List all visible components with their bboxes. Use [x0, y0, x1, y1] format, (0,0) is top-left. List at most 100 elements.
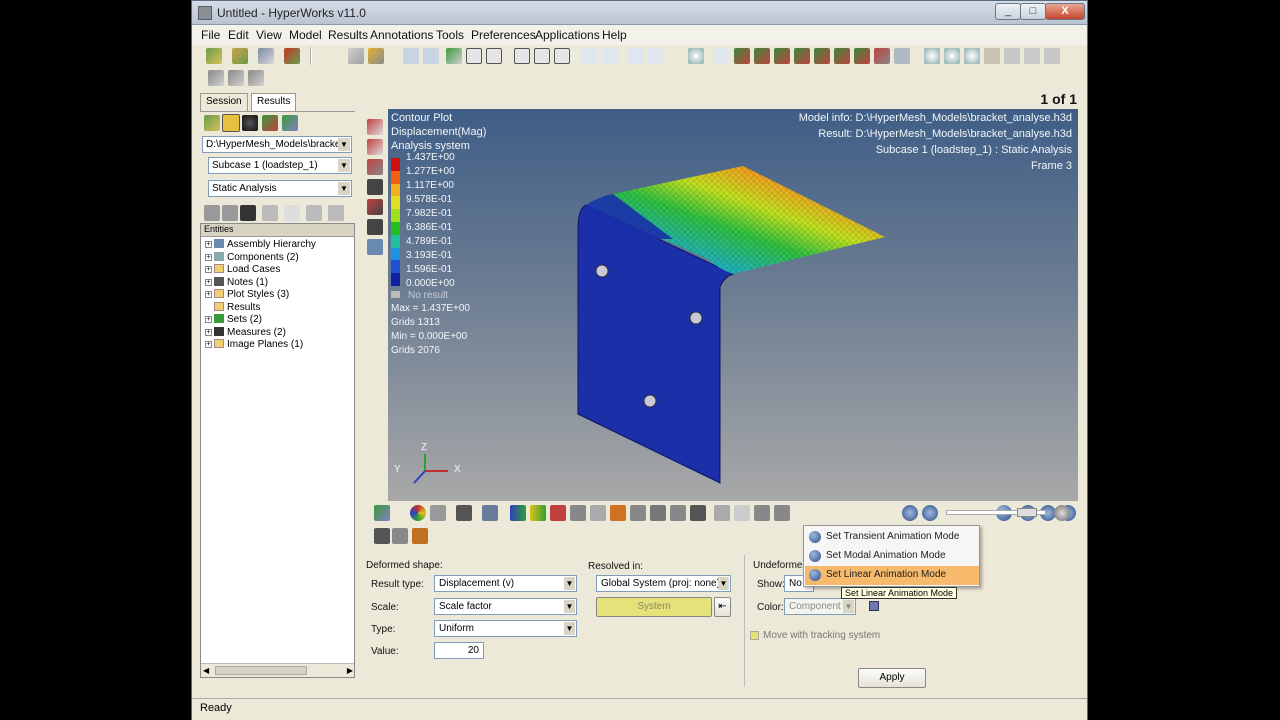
- view-bottom-icon[interactable]: [774, 48, 790, 64]
- resolved-in-select[interactable]: Global System (proj: none) ▼: [596, 575, 731, 592]
- tensor-icon[interactable]: [570, 505, 586, 521]
- expand-icon[interactable]: [628, 48, 644, 64]
- section-icon[interactable]: [610, 505, 626, 521]
- apply-button[interactable]: Apply: [858, 668, 926, 688]
- tracking-icon[interactable]: [670, 505, 686, 521]
- last-frame-icon[interactable]: [922, 505, 938, 521]
- result-file-select[interactable]: D:\HyperMesh_Models\bracket ▼: [202, 136, 352, 153]
- scroll-right-icon[interactable]: ▶: [347, 666, 353, 675]
- zoom-in-icon[interactable]: [944, 48, 960, 64]
- contour-active-icon[interactable]: [222, 114, 240, 132]
- vector-icon[interactable]: [550, 505, 566, 521]
- result-type-select[interactable]: Displacement (v) ▼: [434, 575, 577, 592]
- redo-icon[interactable]: [423, 48, 439, 64]
- expand-icon[interactable]: +: [205, 254, 212, 261]
- find-icon[interactable]: [306, 205, 322, 221]
- minimize-button[interactable]: _: [995, 3, 1021, 20]
- measure-tool-icon[interactable]: [650, 505, 666, 521]
- display-icon[interactable]: [240, 205, 256, 221]
- note-tool-icon[interactable]: [690, 505, 706, 521]
- assembly-icon[interactable]: [430, 505, 446, 521]
- overlay-icon[interactable]: [282, 115, 298, 131]
- fit-icon[interactable]: [713, 48, 729, 64]
- menu-results[interactable]: Results: [328, 28, 368, 42]
- streamline-icon[interactable]: [590, 505, 606, 521]
- animation-slider[interactable]: [946, 508, 1046, 517]
- hide-icon[interactable]: [374, 528, 390, 544]
- view-front-icon[interactable]: [794, 48, 810, 64]
- side-tool-icon[interactable]: [367, 199, 383, 215]
- expand-icon[interactable]: +: [205, 329, 212, 336]
- copy-icon[interactable]: [368, 48, 384, 64]
- tree-item-results[interactable]: +Results: [205, 302, 260, 314]
- bracket-model[interactable]: [388, 109, 1078, 501]
- find-related-icon[interactable]: [328, 205, 344, 221]
- expand-icon[interactable]: +: [205, 279, 212, 286]
- capture-icon[interactable]: [446, 48, 462, 64]
- horizontal-scrollbar[interactable]: ◀ ▶: [201, 663, 354, 677]
- scroll-left-icon[interactable]: ◀: [203, 666, 209, 675]
- show-icon[interactable]: [392, 528, 408, 544]
- layout-icon[interactable]: [486, 48, 502, 64]
- menu-annotations[interactable]: Annotations: [370, 28, 433, 42]
- grid-window-icon[interactable]: [554, 48, 570, 64]
- contour-icon[interactable]: [410, 505, 426, 521]
- side-tool-icon[interactable]: [367, 239, 383, 255]
- color-select[interactable]: Component ▼: [784, 598, 856, 615]
- menu-view[interactable]: View: [256, 28, 282, 42]
- view-iso-icon[interactable]: [734, 48, 750, 64]
- import-icon[interactable]: [284, 48, 300, 64]
- notes-icon[interactable]: [734, 505, 750, 521]
- iso-icon[interactable]: [530, 505, 546, 521]
- tree-item-assembly[interactable]: + Assembly Hierarchy: [205, 239, 316, 251]
- menu-tools[interactable]: Tools: [436, 28, 464, 42]
- select-cursor-icon[interactable]: [262, 205, 278, 221]
- close-button[interactable]: X: [1045, 3, 1085, 20]
- open-session-icon[interactable]: [206, 48, 222, 64]
- subcase-select[interactable]: Subcase 1 (loadstep_1) ▼: [208, 157, 352, 174]
- view-back-icon[interactable]: [814, 48, 830, 64]
- isolate-icon[interactable]: [412, 528, 428, 544]
- clear-icon[interactable]: [284, 205, 300, 221]
- menu-item-transient[interactable]: Set Transient Animation Mode: [805, 528, 979, 547]
- menu-edit[interactable]: Edit: [228, 28, 249, 42]
- tab-session[interactable]: Session: [200, 93, 248, 111]
- tab-results[interactable]: Results: [251, 93, 297, 111]
- copy-window-icon[interactable]: [582, 48, 598, 64]
- side-tool-icon[interactable]: [367, 119, 383, 135]
- graphics-viewport[interactable]: Contour Plot Displacement(Mag) Analysis …: [388, 109, 1078, 501]
- tree-item-loadcases[interactable]: + Load Cases: [205, 264, 280, 276]
- cut-icon[interactable]: [348, 48, 364, 64]
- undo-icon[interactable]: [403, 48, 419, 64]
- expand-icon[interactable]: +: [205, 291, 212, 298]
- publish-icon[interactable]: [248, 70, 264, 86]
- expand-icon[interactable]: +: [205, 316, 212, 323]
- menu-help[interactable]: Help: [602, 28, 627, 42]
- view-top-icon[interactable]: [754, 48, 770, 64]
- legend-icon[interactable]: [510, 505, 526, 521]
- derived-icon[interactable]: [714, 505, 730, 521]
- scroll-thumb[interactable]: [215, 666, 307, 675]
- color-swatch[interactable]: [869, 601, 879, 611]
- zoom-window-icon[interactable]: [924, 48, 940, 64]
- analysis-select[interactable]: Static Analysis ▼: [208, 180, 352, 197]
- side-tool-icon[interactable]: [367, 219, 383, 235]
- tree-item-notes[interactable]: + Notes (1): [205, 277, 268, 289]
- type-select[interactable]: Uniform ▼: [434, 620, 577, 637]
- tree-item-components[interactable]: + Components (2): [205, 252, 299, 264]
- results-icon[interactable]: [374, 505, 390, 521]
- tree-item-measures[interactable]: + Measures (2): [205, 327, 286, 339]
- rotate-icon[interactable]: [1044, 48, 1060, 64]
- mesh-icon[interactable]: [456, 505, 472, 521]
- menu-item-linear[interactable]: Set Linear Animation Mode: [805, 566, 979, 585]
- side-tool-icon[interactable]: [367, 139, 383, 155]
- menu-file[interactable]: File: [201, 28, 220, 42]
- tree-item-imageplanes[interactable]: + Image Planes (1): [205, 339, 303, 351]
- deform-icon[interactable]: [482, 505, 498, 521]
- view-left-icon[interactable]: [834, 48, 850, 64]
- window-icon[interactable]: [514, 48, 530, 64]
- view-right-icon[interactable]: [854, 48, 870, 64]
- side-tool-icon[interactable]: [367, 179, 383, 195]
- side-tool-icon[interactable]: [367, 159, 383, 175]
- slider-thumb[interactable]: [1017, 508, 1037, 517]
